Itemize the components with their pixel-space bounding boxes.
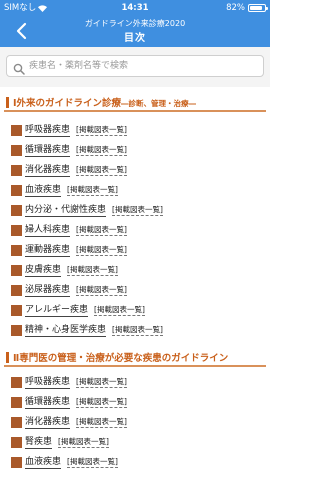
figure-list-link[interactable]: [掲載図表一覧] xyxy=(76,124,127,136)
list-item: アレルギー疾患 [掲載図表一覧] xyxy=(11,302,145,318)
section-header-outpatient: Ⅰ外来のガイドライン診療―診断、管理・治療― xyxy=(4,92,266,112)
list-item: 婦人科疾患 [掲載図表一覧] xyxy=(11,222,127,238)
top-bar: SIMなし 14:31 82% ガイドライン外来診療2020 目次 xyxy=(0,0,270,47)
battery-percent: 82% xyxy=(226,3,245,13)
bullet-square-icon xyxy=(11,396,22,408)
page-title: 目次 xyxy=(124,33,146,44)
list-item: 運動器疾患 [掲載図表一覧] xyxy=(11,242,127,258)
figure-list-link[interactable]: [掲載図表一覧] xyxy=(76,284,127,296)
figure-list-link[interactable]: [掲載図表一覧] xyxy=(67,184,118,196)
bullet-square-icon xyxy=(11,244,22,256)
figure-list-link[interactable]: [掲載図表一覧] xyxy=(112,204,163,216)
list-item: 呼吸器疾患 [掲載図表一覧] xyxy=(11,374,127,390)
bullet-square-icon xyxy=(11,204,22,216)
figure-list-link[interactable]: [掲載図表一覧] xyxy=(76,396,127,408)
item-link[interactable]: 婦人科疾患 xyxy=(25,224,71,237)
bullet-square-icon xyxy=(11,324,22,336)
section-title-main: Ⅰ外来のガイドライン診療 xyxy=(13,98,122,109)
figure-list-link[interactable]: [掲載図表一覧] xyxy=(76,244,127,256)
bullet-square-icon xyxy=(11,376,22,388)
figure-list-link[interactable]: [掲載図表一覧] xyxy=(76,416,127,428)
figure-list-link[interactable]: [掲載図表一覧] xyxy=(67,456,118,468)
item-link[interactable]: 血液疾患 xyxy=(25,456,62,469)
list-item: 循環器疾患 [掲載図表一覧] xyxy=(11,142,127,158)
item-link[interactable]: 運動器疾患 xyxy=(25,244,71,257)
list-item: 消化器疾患 [掲載図表一覧] xyxy=(11,414,127,430)
list-item: 泌尿器疾患 [掲載図表一覧] xyxy=(11,282,127,298)
section-header-specialist: Ⅱ専門医の管理・治療が必要な疾患のガイドライン xyxy=(4,347,266,367)
search-box[interactable] xyxy=(6,55,264,77)
search-area xyxy=(0,47,270,87)
figure-list-link[interactable]: [掲載図表一覧] xyxy=(67,264,118,276)
navigation-bar: ガイドライン外来診療2020 目次 xyxy=(0,16,270,47)
figure-list-link[interactable]: [掲載図表一覧] xyxy=(76,144,127,156)
item-link[interactable]: 循環器疾患 xyxy=(25,396,71,409)
item-link[interactable]: 血液疾患 xyxy=(25,184,62,197)
section-title-main: Ⅱ専門医の管理・治療が必要な疾患のガイドライン xyxy=(13,353,229,364)
bullet-square-icon xyxy=(11,284,22,296)
bullet-square-icon xyxy=(11,264,22,276)
search-input[interactable] xyxy=(29,58,257,74)
item-link[interactable]: アレルギー疾患 xyxy=(25,304,89,317)
item-link[interactable]: 泌尿器疾患 xyxy=(25,284,71,297)
figure-list-link[interactable]: [掲載図表一覧] xyxy=(58,436,109,448)
section-title-sub: ―診断、管理・治療― xyxy=(121,99,197,108)
item-link[interactable]: 呼吸器疾患 xyxy=(25,376,71,389)
list-item: 皮膚疾患 [掲載図表一覧] xyxy=(11,262,118,278)
list-item: 腎疾患 [掲載図表一覧] xyxy=(11,434,109,450)
battery-indicator: 82% xyxy=(226,0,268,16)
bullet-square-icon xyxy=(11,456,22,468)
item-link[interactable]: 精神・心身医学疾患 xyxy=(25,324,107,337)
item-link[interactable]: 循環器疾患 xyxy=(25,144,71,157)
list-item: 血液疾患 [掲載図表一覧] xyxy=(11,454,118,470)
figure-list-link[interactable]: [掲載図表一覧] xyxy=(76,224,127,236)
item-link[interactable]: 皮膚疾患 xyxy=(25,264,62,277)
figure-list-link[interactable]: [掲載図表一覧] xyxy=(94,304,145,316)
search-icon xyxy=(13,60,25,79)
figure-list-link[interactable]: [掲載図表一覧] xyxy=(112,324,163,336)
item-link[interactable]: 呼吸器疾患 xyxy=(25,124,71,137)
figure-list-link[interactable]: [掲載図表一覧] xyxy=(76,376,127,388)
bullet-square-icon xyxy=(11,224,22,236)
bullet-square-icon xyxy=(11,436,22,448)
bullet-square-icon xyxy=(11,164,22,176)
item-link[interactable]: 消化器疾患 xyxy=(25,416,71,429)
section-title: Ⅱ専門医の管理・治療が必要な疾患のガイドライン xyxy=(13,350,228,364)
bullet-square-icon xyxy=(11,124,22,136)
app-title: ガイドライン外来診療2020 xyxy=(84,19,186,28)
item-link[interactable]: 消化器疾患 xyxy=(25,164,71,177)
bullet-square-icon xyxy=(11,144,22,156)
section-title: Ⅰ外来のガイドライン診療―診断、管理・治療― xyxy=(13,95,196,109)
list-item: 呼吸器疾患 [掲載図表一覧] xyxy=(11,122,127,138)
item-link[interactable]: 腎疾患 xyxy=(25,436,53,449)
figure-list-link[interactable]: [掲載図表一覧] xyxy=(76,164,127,176)
list-item: 循環器疾患 [掲載図表一覧] xyxy=(11,394,127,410)
bullet-square-icon xyxy=(11,184,22,196)
battery-icon xyxy=(248,4,268,12)
status-bar: SIMなし 14:31 82% xyxy=(0,0,270,16)
section-marker xyxy=(6,352,9,363)
list-item: 内分泌・代謝性疾患 [掲載図表一覧] xyxy=(11,202,163,218)
bullet-square-icon xyxy=(11,304,22,316)
bullet-square-icon xyxy=(11,416,22,428)
list-item: 血液疾患 [掲載図表一覧] xyxy=(11,182,118,198)
section-marker xyxy=(6,97,9,108)
list-item: 消化器疾患 [掲載図表一覧] xyxy=(11,162,127,178)
item-link[interactable]: 内分泌・代謝性疾患 xyxy=(25,204,107,217)
list-item: 精神・心身医学疾患 [掲載図表一覧] xyxy=(11,322,163,338)
